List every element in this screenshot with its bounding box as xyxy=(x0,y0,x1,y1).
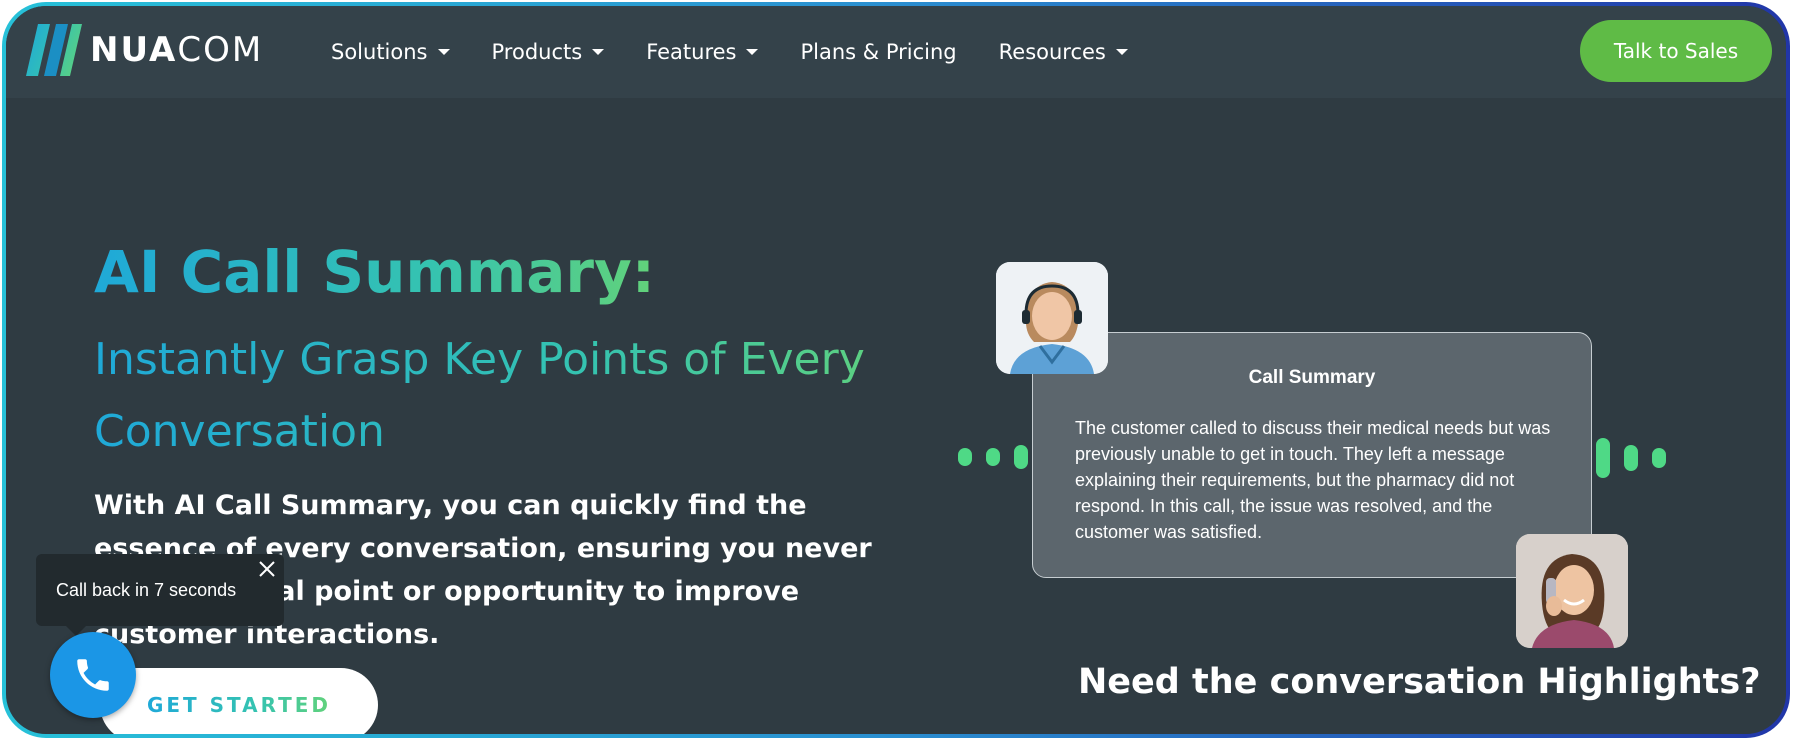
callback-tooltip-text: Call back in 7 seconds xyxy=(56,579,237,600)
call-summary-card: Call Summary The customer called to disc… xyxy=(1032,332,1592,578)
caret-down-icon xyxy=(1115,49,1128,55)
nav-item-features[interactable]: Features xyxy=(646,40,759,64)
nav-item-products[interactable]: Products xyxy=(492,40,605,64)
customer-avatar xyxy=(1516,534,1628,648)
wave-bar xyxy=(986,448,1000,466)
hero-title: AI Call Summary: xyxy=(94,238,655,306)
highlights-heading: Need the conversation Highlights? xyxy=(1078,662,1761,702)
nav-item-label: Solutions xyxy=(331,40,428,64)
audio-wave-left xyxy=(958,442,1028,472)
nuacom-logo-icon xyxy=(22,24,82,76)
wave-bar xyxy=(1014,445,1028,469)
nav-item-plans-pricing[interactable]: Plans & Pricing xyxy=(800,40,956,64)
call-summary-title: Call Summary xyxy=(1248,367,1376,388)
nav-item-label: Products xyxy=(491,40,583,64)
top-navbar: NUACOM Solutions Products Features Plans… xyxy=(6,6,1786,98)
close-icon[interactable] xyxy=(256,558,278,580)
hero-subtitle: Instantly Grasp Key Points of Every Conv… xyxy=(94,324,914,468)
wave-bar xyxy=(1652,448,1666,468)
nav-item-solutions[interactable]: Solutions xyxy=(331,40,450,64)
nav-item-resources[interactable]: Resources xyxy=(999,40,1128,64)
page-frame: NUACOM Solutions Products Features Plans… xyxy=(2,2,1790,738)
wave-bar xyxy=(1596,438,1610,478)
caret-down-icon xyxy=(592,49,605,55)
audio-wave-right xyxy=(1596,436,1666,480)
agent-avatar xyxy=(996,262,1108,374)
logo[interactable]: NUACOM xyxy=(22,24,263,76)
wave-bar xyxy=(1624,445,1638,471)
main-menu: Solutions Products Features Plans & Pric… xyxy=(331,6,1170,98)
nav-item-label: Plans & Pricing xyxy=(800,40,957,64)
get-started-button[interactable]: GET STARTED xyxy=(100,668,378,734)
logo-wordmark: NUACOM xyxy=(90,30,263,70)
call-summary-body: The customer called to discuss their med… xyxy=(1075,418,1551,542)
caret-down-icon xyxy=(437,49,450,55)
nav-item-label: Resources xyxy=(998,40,1106,64)
phone-icon xyxy=(77,659,109,691)
callback-tooltip: Call back in 7 seconds xyxy=(36,554,284,636)
logo-text-bold: NUA xyxy=(90,30,178,70)
callback-phone-button[interactable] xyxy=(50,632,136,718)
logo-text-thin: COM xyxy=(177,30,264,70)
talk-to-sales-button[interactable]: Talk to Sales xyxy=(1580,20,1772,82)
get-started-label: GET STARTED xyxy=(146,693,332,717)
page: NUACOM Solutions Products Features Plans… xyxy=(6,6,1786,734)
nav-item-label: Features xyxy=(646,40,737,64)
caret-down-icon xyxy=(746,49,759,55)
wave-bar xyxy=(958,448,972,466)
